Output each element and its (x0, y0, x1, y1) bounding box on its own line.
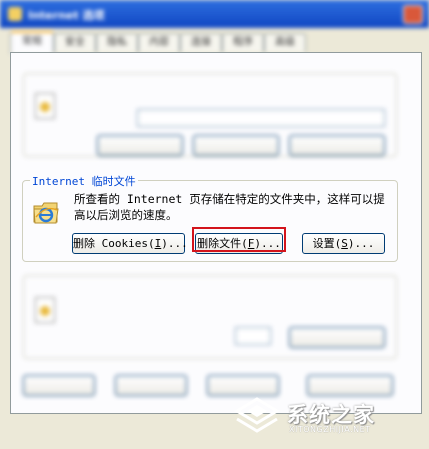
use-current-button[interactable] (97, 135, 183, 156)
tab-content[interactable]: 内容 (138, 33, 180, 52)
homepage-address-field[interactable] (137, 109, 385, 127)
tab-programs[interactable]: 程序 (222, 33, 264, 52)
dialog-title: Internet 选项 (28, 9, 105, 22)
tab-privacy[interactable]: 隐私 (96, 33, 138, 52)
delete-files-label-pre: 删除文件( (197, 237, 248, 250)
settings-label-post: )... (347, 237, 375, 250)
delete-cookies-label-post: )... (161, 237, 188, 250)
tab-advanced[interactable]: 高级 (264, 33, 306, 52)
tab-security[interactable]: 安全 (54, 33, 96, 52)
ie-folder-icon (33, 202, 59, 224)
history-days-field[interactable] (235, 327, 271, 345)
settings-button[interactable]: 设置(S)... (302, 233, 385, 254)
tab-connections[interactable]: 连接 (180, 33, 222, 52)
watermark-url: XITONGZHIJIA.NET (289, 425, 371, 434)
colors-button[interactable] (23, 375, 95, 396)
accessibility-button[interactable] (307, 375, 393, 396)
temp-files-legend: Internet 临时文件 (30, 173, 138, 189)
languages-button[interactable] (207, 375, 279, 396)
close-button[interactable] (403, 5, 423, 24)
temp-files-description: 所查看的 Internet 页存储在特定的文件夹中，这样可以提高以后浏览的速度。 (74, 192, 385, 222)
watermark-logo-icon (234, 397, 280, 433)
delete-cookies-button[interactable]: 删除 Cookies(I)... (72, 233, 188, 254)
ie-app-icon (8, 7, 22, 21)
settings-label-pre: 设置( (312, 237, 342, 250)
temp-files-group: Internet 临时文件 所查看的 Internet 页存储在特定的文件夹中，… (22, 173, 398, 262)
homepage-icon (35, 93, 55, 119)
tab-general[interactable]: 常规 (10, 31, 54, 54)
tab-strip: 常规 安全 隐私 内容 连接 程序 高级 (10, 31, 420, 54)
delete-cookies-label-pre: 删除 Cookies( (73, 237, 155, 250)
internet-options-dialog: Internet 选项 常规 安全 隐私 内容 连接 程序 高级 Interne… (0, 0, 429, 449)
title-bar: Internet 选项 (0, 0, 429, 28)
fonts-button[interactable] (115, 375, 187, 396)
history-icon (35, 297, 55, 323)
use-blank-button[interactable] (289, 135, 385, 156)
use-default-button[interactable] (193, 135, 279, 156)
delete-files-label-post: )... (254, 237, 281, 250)
watermark: 系统之家 XITONGZHIJIA.NET (231, 395, 421, 439)
clear-history-button[interactable] (289, 327, 385, 348)
delete-files-button[interactable]: 删除文件(F)... (195, 233, 283, 254)
settings-hotkey: S (341, 237, 348, 250)
